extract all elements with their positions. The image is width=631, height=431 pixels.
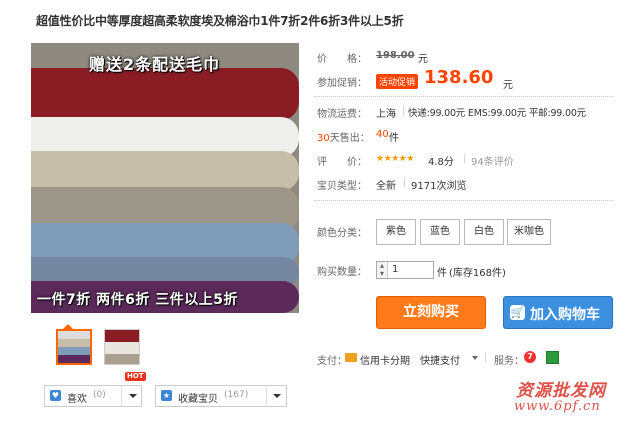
divider bbox=[266, 386, 267, 406]
divider bbox=[121, 386, 122, 406]
like-box[interactable]: ♥ 喜欢 (0) bbox=[44, 385, 142, 407]
towel-band bbox=[31, 151, 299, 191]
chevron-down-icon[interactable] bbox=[129, 394, 137, 398]
chevron-down-icon[interactable] bbox=[273, 394, 281, 398]
photo-caption-bottom: 一件7折 两件6折 三件以上5折 bbox=[37, 292, 238, 308]
sold-days: 30 bbox=[317, 133, 330, 144]
guarantee-icon bbox=[546, 351, 559, 364]
color-option-beige[interactable]: 米咖色 bbox=[507, 219, 551, 245]
add-to-cart-button[interactable]: 🛒 加入购物车 bbox=[503, 296, 613, 329]
sold-unit: 件 bbox=[389, 133, 399, 144]
review-count-link[interactable]: 94条评价 bbox=[471, 153, 514, 168]
separator: | bbox=[402, 105, 406, 116]
color-label: 颜色分类： bbox=[317, 228, 367, 239]
separator: | bbox=[484, 352, 488, 363]
quantity-label: 购买数量： bbox=[317, 267, 367, 278]
promo-label: 参加促销： bbox=[317, 78, 367, 89]
price-unit: 元 bbox=[418, 54, 428, 65]
product-main-image[interactable]: 赠送2条配送毛巾 一件7折 两件6折 三件以上5折 bbox=[31, 43, 299, 313]
shipping-from[interactable]: 上海 bbox=[376, 105, 396, 120]
quantity-arrows[interactable]: ▴ ▾ bbox=[377, 262, 388, 278]
shipping-label: 物流运费： bbox=[317, 109, 367, 120]
watermark-url: www.6pf.cn bbox=[514, 399, 601, 414]
color-option-blue[interactable]: 蓝色 bbox=[420, 219, 460, 245]
collect-icon: ★ bbox=[161, 390, 172, 401]
promo-badge: 活动促销 bbox=[376, 74, 419, 89]
add-to-cart-label: 加入购物车 bbox=[530, 307, 600, 323]
rating-score: 4.8分 bbox=[428, 157, 454, 168]
rating-label: 评 价： bbox=[317, 157, 367, 168]
separator: | bbox=[463, 153, 467, 164]
color-option-white[interactable]: 白色 bbox=[464, 219, 504, 245]
original-price: 198.00 bbox=[376, 50, 415, 61]
quantity-input[interactable]: 1 bbox=[392, 264, 398, 275]
promo-price: 138.60 bbox=[424, 67, 494, 88]
sold-count: 40 bbox=[376, 129, 389, 140]
stock-count: (库存168件) bbox=[449, 268, 506, 279]
cart-icon: 🛒 bbox=[510, 305, 525, 320]
chevron-down-icon[interactable] bbox=[472, 356, 478, 360]
collect-count: (167) bbox=[224, 390, 249, 400]
quantity-stepper[interactable]: ▴ ▾ 1 bbox=[376, 261, 434, 279]
price-label: 价 格： bbox=[317, 54, 367, 65]
item-type-label: 宝贝类型： bbox=[317, 181, 367, 192]
divider bbox=[314, 200, 614, 201]
color-option-purple[interactable]: 紫色 bbox=[376, 219, 416, 245]
service-label: 服务： bbox=[494, 356, 524, 367]
heart-icon: ♥ bbox=[50, 390, 61, 401]
collect-label: 收藏宝贝 bbox=[178, 394, 218, 405]
thumbnail-1[interactable] bbox=[56, 329, 92, 365]
buy-now-button[interactable]: 立刻购买 bbox=[376, 296, 486, 329]
separator: | bbox=[403, 177, 407, 188]
like-label: 喜欢 bbox=[67, 394, 87, 405]
rating-stars: ★★★★★ bbox=[376, 154, 414, 164]
like-count: (0) bbox=[93, 390, 106, 400]
quick-pay-link[interactable]: 快捷支付 bbox=[420, 352, 460, 367]
credit-installment-link[interactable]: 信用卡分期 bbox=[360, 352, 410, 367]
sold-label-suffix: 天售出： bbox=[329, 133, 370, 144]
payment-label: 支付： bbox=[317, 356, 347, 367]
photo-caption-top: 赠送2条配送毛巾 bbox=[89, 55, 221, 74]
hot-badge: HOT bbox=[125, 372, 146, 381]
seven-day-return-icon: 7 bbox=[524, 351, 536, 363]
view-count: 9171次浏览 bbox=[411, 181, 467, 192]
watermark-text: 资源批发网 bbox=[516, 381, 606, 401]
sold-label: 30天售出： bbox=[317, 129, 370, 144]
credit-card-icon bbox=[345, 353, 357, 362]
divider bbox=[314, 96, 614, 97]
thumbnail-2[interactable] bbox=[104, 329, 140, 365]
collect-box[interactable]: ★ 收藏宝贝 (167) bbox=[155, 385, 287, 407]
decrement-icon[interactable]: ▾ bbox=[377, 270, 387, 278]
product-title: 超值性价比中等厚度超高柔软度埃及棉浴巾1件7折2件6折3件以上5折 bbox=[36, 14, 404, 28]
item-type-value: 全新 bbox=[376, 181, 396, 192]
quantity-unit: 件 bbox=[437, 268, 447, 279]
promo-unit: 元 bbox=[503, 80, 513, 91]
shipping-detail: 快递:99.00元 EMS:99.00元 平邮:99.00元 bbox=[408, 108, 586, 119]
